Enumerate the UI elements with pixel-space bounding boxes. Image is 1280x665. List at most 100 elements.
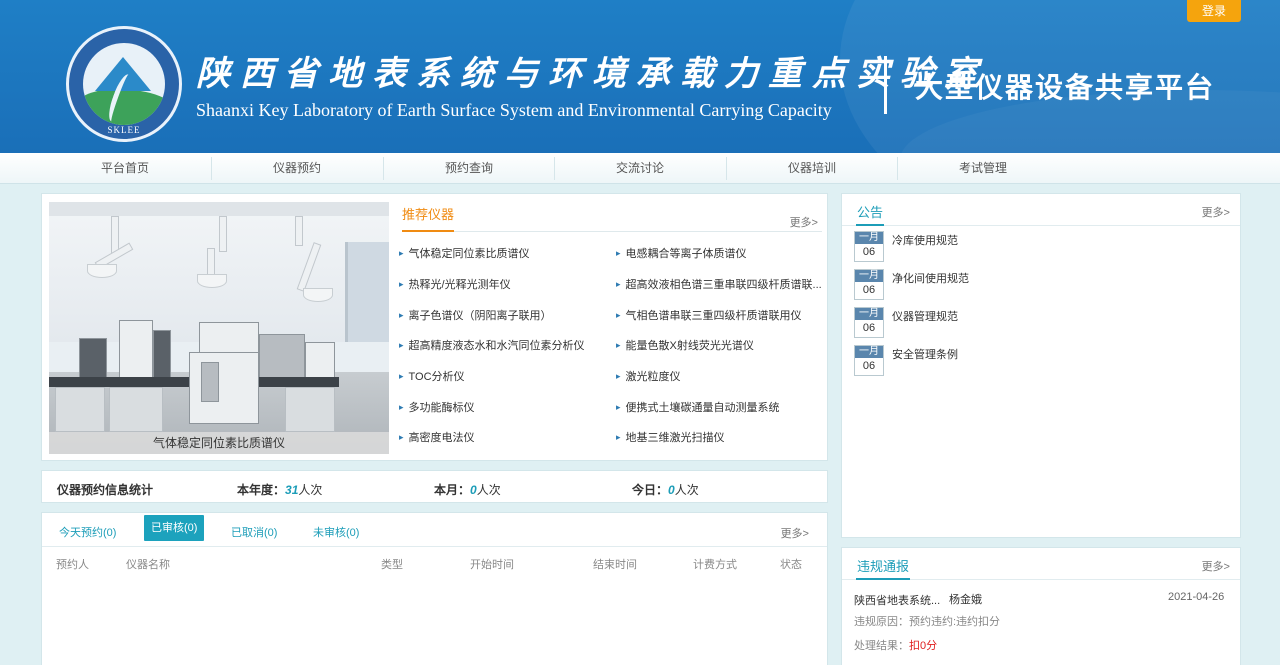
notice-title: 公告: [856, 202, 885, 226]
violation-more-link[interactable]: 更多>: [1202, 558, 1230, 574]
violation-reason-label: 违规原因：: [854, 616, 909, 628]
recommend-item[interactable]: 激光粒度仪: [616, 368, 822, 384]
violation-panel: 违规通报 更多> 陕西省地表系统... 杨金娥 2021-04-26 违规原因：…: [841, 547, 1241, 665]
calendar-icon: 一月 06: [854, 269, 884, 300]
notice-month: 一月: [855, 270, 883, 282]
tab-today-bookings[interactable]: 今天预约(0): [59, 524, 116, 540]
notice-item[interactable]: 一月 06 冷库使用规范: [854, 231, 1194, 263]
nav-exam[interactable]: 考试管理: [898, 153, 1068, 184]
notice-text[interactable]: 冷库使用规范: [892, 232, 958, 248]
notice-item[interactable]: 一月 06 安全管理条例: [854, 345, 1194, 377]
nav-home[interactable]: 平台首页: [40, 153, 210, 184]
col-start-time: 开始时间: [470, 559, 514, 571]
violation-org[interactable]: 陕西省地表系统...: [854, 592, 940, 608]
lab-title-cn: 陕西省地表系统与环境承载力重点实验室: [196, 54, 988, 94]
recommend-item[interactable]: 气相色谱串联三重四级杆质谱联用仪: [616, 307, 822, 323]
lab-logo: SKLEE: [66, 26, 182, 142]
col-end-time: 结束时间: [593, 559, 637, 571]
tab-cancelled[interactable]: 已取消(0): [231, 524, 277, 540]
booking-stats-bar: 仪器预约信息统计 本年度：31人次 本月：0人次 今日：0人次: [41, 470, 828, 503]
platform-title: 大型仪器设备共享平台: [915, 72, 1216, 103]
login-button[interactable]: 登录: [1187, 0, 1241, 22]
notice-panel: 公告 更多> 一月 06 冷库使用规范 一月 06 净化间使用规范 一月 06 仪器管…: [841, 193, 1241, 538]
violation-person: 杨金娥: [949, 594, 982, 606]
notice-text[interactable]: 净化间使用规范: [892, 270, 969, 286]
lab-title-en: Shaanxi Key Laboratory of Earth Surface …: [196, 100, 832, 120]
notice-day: 06: [862, 284, 876, 296]
recommend-item[interactable]: TOC分析仪: [399, 368, 604, 384]
stats-today-label: 今日：: [632, 483, 669, 497]
calendar-icon: 一月 06: [854, 231, 884, 262]
recommend-item[interactable]: 超高精度液态水和水汽同位素分析仪: [399, 337, 604, 353]
stats-today: 今日：0人次: [632, 481, 699, 498]
recommend-title: 推荐仪器: [402, 206, 455, 232]
nav-discussion[interactable]: 交流讨论: [555, 153, 725, 184]
recommend-item[interactable]: 热释光/光释光测年仪: [399, 276, 604, 292]
recommend-header: 推荐仪器 更多>: [402, 206, 822, 232]
notice-text[interactable]: 仪器管理规范: [892, 308, 958, 324]
notice-month: 一月: [855, 308, 883, 320]
violation-header: 违规通报 更多>: [842, 548, 1240, 580]
stats-title: 仪器预约信息统计: [57, 483, 154, 497]
stats-year: 本年度：31人次: [237, 481, 322, 498]
recommend-item[interactable]: 多功能酶标仪: [399, 399, 604, 415]
stats-unit: 人次: [476, 483, 501, 497]
recommend-panel: 气体稳定同位素比质谱仪 推荐仪器 更多> 气体稳定同位素比质谱仪 热释光/光释光…: [41, 193, 828, 461]
notice-day: 06: [862, 322, 876, 334]
col-type: 类型: [381, 559, 403, 571]
booking-more-link[interactable]: 更多>: [781, 525, 809, 541]
recommend-item[interactable]: 电感耦合等离子体质谱仪: [616, 245, 822, 261]
calendar-icon: 一月 06: [854, 307, 884, 338]
notice-day: 06: [862, 246, 876, 258]
violation-result-label: 处理结果：: [854, 640, 909, 652]
stats-month: 本月：0人次: [434, 481, 501, 498]
stats-unit: 人次: [674, 483, 699, 497]
tab-pending[interactable]: 未审核(0): [313, 524, 359, 540]
col-instrument-name: 仪器名称: [126, 559, 170, 571]
recommend-more-link[interactable]: 更多>: [790, 214, 818, 230]
calendar-icon: 一月 06: [854, 345, 884, 376]
notice-item[interactable]: 一月 06 仪器管理规范: [854, 307, 1194, 339]
logo-abbr: SKLEE: [107, 125, 141, 135]
stats-unit: 人次: [298, 483, 323, 497]
photo-caption: 气体稳定同位素比质谱仪: [49, 432, 389, 454]
stats-year-value: 31: [285, 483, 299, 497]
header-divider: [884, 56, 887, 114]
booking-tabs: 今天预约(0) 已审核(0) 已取消(0) 未审核(0) 更多>: [42, 513, 827, 547]
recommend-item[interactable]: 便携式土壤碳通量自动测量系统: [616, 399, 822, 415]
instrument-photo[interactable]: 气体稳定同位素比质谱仪: [49, 202, 389, 454]
notice-month: 一月: [855, 346, 883, 358]
recommend-item[interactable]: 能量色散X射线荧光光谱仪: [616, 337, 822, 353]
notice-month: 一月: [855, 232, 883, 244]
nav-booking-query[interactable]: 预约查询: [384, 153, 554, 184]
notice-day: 06: [862, 360, 876, 372]
col-billing: 计费方式: [693, 559, 737, 571]
notice-header: 公告 更多>: [842, 194, 1240, 226]
violation-result: 处理结果：扣0分: [854, 637, 937, 653]
violation-date: 2021-04-26: [1168, 591, 1225, 603]
notice-item[interactable]: 一月 06 净化间使用规范: [854, 269, 1194, 301]
booking-panel: 今天预约(0) 已审核(0) 已取消(0) 未审核(0) 更多> 预约人 仪器名…: [41, 512, 828, 665]
nav-instrument-booking[interactable]: 仪器预约: [212, 153, 382, 184]
notice-text[interactable]: 安全管理条例: [892, 346, 958, 362]
violation-reason-text: 预约违约:违约扣分: [909, 616, 1001, 628]
tab-approved[interactable]: 已审核(0): [144, 515, 205, 541]
stats-month-label: 本月：: [434, 483, 471, 497]
main-nav: 平台首页 仪器预约 预约查询 交流讨论 仪器培训 考试管理: [0, 153, 1280, 184]
stats-year-label: 本年度：: [237, 483, 286, 497]
nav-training[interactable]: 仪器培训: [727, 153, 897, 184]
recommend-item[interactable]: 地基三维激光扫描仪: [616, 429, 822, 445]
stats-month-value: 0: [470, 483, 477, 497]
violation-title: 违规通报: [856, 556, 911, 580]
stats-today-value: 0: [668, 483, 675, 497]
col-status: 状态: [780, 559, 802, 571]
col-booker: 预约人: [56, 559, 89, 571]
site-header: SKLEE 陕西省地表系统与环境承载力重点实验室 Shaanxi Key Lab…: [0, 0, 1280, 153]
violation-reason: 违规原因：预约违约:违约扣分: [854, 613, 1000, 629]
recommend-item[interactable]: 超高效液相色谱三重串联四级杆质谱联...: [616, 276, 822, 292]
notice-more-link[interactable]: 更多>: [1202, 204, 1230, 220]
violation-result-text: 扣0分: [909, 640, 938, 652]
recommend-item[interactable]: 高密度电法仪: [399, 429, 604, 445]
recommend-item[interactable]: 离子色谱仪（阴阳离子联用）: [399, 307, 604, 323]
recommend-item[interactable]: 气体稳定同位素比质谱仪: [399, 245, 604, 261]
